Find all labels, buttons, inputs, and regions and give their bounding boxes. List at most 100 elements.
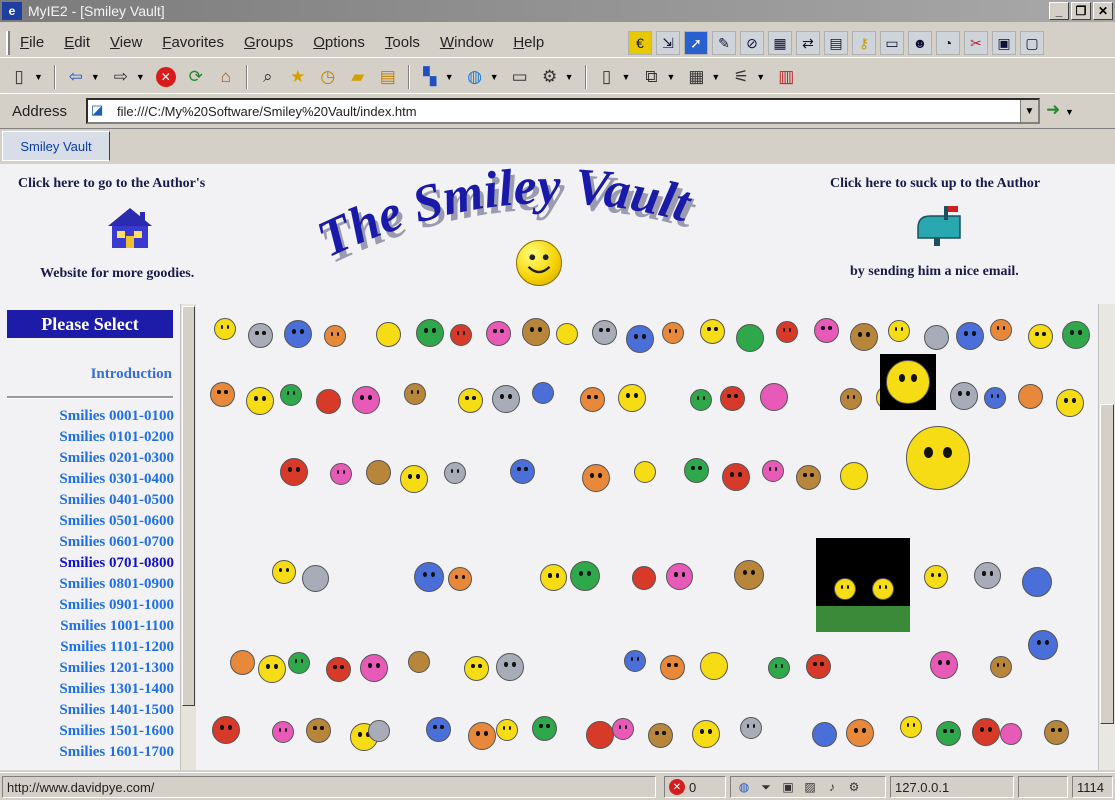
compass-icon[interactable]: ⊘ — [740, 31, 764, 55]
translate-icon[interactable]: ⇄ — [796, 31, 820, 55]
menu-options[interactable]: Options — [303, 34, 375, 51]
globe-icon[interactable]: ◍ — [462, 64, 488, 90]
menu-window[interactable]: Window — [430, 34, 503, 51]
tab-strip: Smiley Vault — [0, 128, 1115, 162]
copy-icon[interactable]: ⧉ — [638, 64, 664, 90]
smilies-range-link[interactable]: Smilies 1101-1200 — [8, 639, 174, 660]
page-icon[interactable]: ▯ — [594, 64, 620, 90]
grid-icon[interactable]: ▦ — [768, 31, 792, 55]
address-dropdown-icon[interactable]: ▼ — [1020, 100, 1038, 122]
back-dropdown-icon[interactable]: ▼ — [91, 72, 100, 82]
email-link-bottom[interactable]: by sending him a nice email. — [850, 264, 1019, 280]
security-dropdown-icon[interactable]: ▼ — [565, 72, 574, 82]
new-page-icon[interactable]: ▯ — [6, 64, 32, 90]
folder-icon[interactable]: ▰ — [345, 64, 371, 90]
author-website-link-bottom[interactable]: Website for more goodies. — [40, 266, 194, 282]
history-icon[interactable]: ◷ — [315, 64, 341, 90]
favorites-icon[interactable]: ★ — [285, 64, 311, 90]
tile-icon[interactable]: ▦ — [683, 64, 709, 90]
new-dropdown-icon[interactable]: ▼ — [34, 72, 43, 82]
document-icon[interactable]: ▤ — [824, 31, 848, 55]
email-link-top[interactable]: Click here to suck up to the Author — [830, 176, 1040, 192]
home-icon[interactable]: ⌂ — [213, 64, 239, 90]
refresh-icon[interactable]: ⟳ — [183, 64, 209, 90]
page-scroll-thumb[interactable] — [1100, 404, 1114, 724]
smilies-range-link[interactable]: Smilies 0701-0800 — [8, 555, 174, 576]
pencil-icon[interactable]: ✎ — [712, 31, 736, 55]
smilies-range-link[interactable]: Smilies 0301-0400 — [8, 471, 174, 492]
sidebar-scrollbar[interactable] — [180, 304, 196, 770]
menu-edit[interactable]: Edit — [54, 34, 100, 51]
forward-dropdown-icon[interactable]: ▼ — [136, 72, 145, 82]
status-globe-icon[interactable]: ◍ — [735, 779, 753, 795]
back-icon[interactable]: ⇦ — [63, 64, 89, 90]
stop-icon[interactable]: ✕ — [153, 64, 179, 90]
status-filter-icon[interactable]: ⏷ — [757, 779, 775, 795]
cursor-icon[interactable]: ➚ — [684, 31, 708, 55]
page-dropdown-icon[interactable]: ▼ — [622, 72, 631, 82]
address-input[interactable]: ◪ file:///C:/My%20Software/Smiley%20Vaul… — [86, 98, 1040, 124]
person-icon[interactable]: ☻ — [908, 31, 932, 55]
search-icon[interactable]: ⌕ — [255, 64, 281, 90]
smilies-range-link[interactable]: Smilies 0601-0700 — [8, 534, 174, 555]
author-website-link-top[interactable]: Click here to go to the Author's — [18, 176, 205, 192]
status-window-icon[interactable]: ▣ — [779, 779, 797, 795]
smilies-range-link[interactable]: Smilies 1001-1100 — [8, 618, 174, 639]
page-scrollbar[interactable] — [1098, 304, 1115, 770]
sidebar-scroll-thumb[interactable] — [182, 306, 195, 706]
status-script-icon[interactable]: ⚙ — [845, 779, 863, 795]
tab-smiley-vault[interactable]: Smiley Vault — [2, 131, 110, 161]
smilies-range-link[interactable]: Smilies 0201-0300 — [8, 450, 174, 471]
smilies-range-link[interactable]: Smilies 0001-0100 — [8, 408, 174, 429]
menu-help[interactable]: Help — [503, 34, 554, 51]
chart-icon[interactable]: ◔ — [936, 31, 960, 55]
house-icon[interactable] — [104, 204, 156, 252]
smilies-range-link[interactable]: Smilies 0801-0900 — [8, 576, 174, 597]
close-button[interactable]: ✕ — [1093, 2, 1113, 20]
monitor-icon[interactable]: ▭ — [880, 31, 904, 55]
smilies-range-link[interactable]: Smilies 0101-0200 — [8, 429, 174, 450]
menu-groups[interactable]: Groups — [234, 34, 303, 51]
groups-dropdown-icon[interactable]: ▼ — [445, 72, 454, 82]
tile-dropdown-icon[interactable]: ▼ — [711, 72, 720, 82]
security-icon[interactable]: ⚙ — [537, 64, 563, 90]
euro-icon[interactable]: € — [628, 31, 652, 55]
restore-button[interactable]: ❐ — [1071, 2, 1091, 20]
key-icon[interactable]: ⚷ — [852, 31, 876, 55]
groups-icon[interactable]: ▚ — [417, 64, 443, 90]
browser-app-icon[interactable]: e — [2, 2, 22, 20]
forward-icon[interactable]: ⇨ — [108, 64, 134, 90]
smiley-icon — [648, 723, 673, 748]
copy-dropdown-icon[interactable]: ▼ — [666, 72, 675, 82]
filter-dropdown-icon[interactable]: ▼ — [756, 72, 765, 82]
popup-blocker-panel[interactable]: ✕ 0 — [664, 776, 726, 798]
table-icon[interactable]: ▣ — [992, 31, 1016, 55]
smilies-range-link[interactable]: Smilies 0401-0500 — [8, 492, 174, 513]
smilies-range-link[interactable]: Smilies 0901-1000 — [8, 597, 174, 618]
notes-icon[interactable]: ▤ — [375, 64, 401, 90]
status-image-icon[interactable]: ▨ — [801, 779, 819, 795]
smilies-range-link[interactable]: Smilies 1501-1600 — [8, 723, 174, 744]
smilies-range-link[interactable]: Smilies 1401-1500 — [8, 702, 174, 723]
calendar-icon[interactable]: ▥ — [773, 64, 799, 90]
menu-file[interactable]: File — [10, 34, 54, 51]
minimize-button[interactable]: _ — [1049, 2, 1069, 20]
menu-view[interactable]: View — [100, 34, 152, 51]
smilies-range-link[interactable]: Smilies 1601-1700 — [8, 744, 174, 765]
menu-tools[interactable]: Tools — [375, 34, 430, 51]
window-icon[interactable]: ▢ — [1020, 31, 1044, 55]
window-mode-icon[interactable]: ▭ — [507, 64, 533, 90]
smilies-range-link[interactable]: Smilies 0501-0600 — [8, 513, 174, 534]
address-url[interactable]: file:///C:/My%20Software/Smiley%20Vault/… — [117, 104, 417, 119]
mailbox-icon[interactable] — [914, 204, 970, 248]
globe-dropdown-icon[interactable]: ▼ — [490, 72, 499, 82]
menu-favorites[interactable]: Favorites — [152, 34, 234, 51]
go-arrow-icon[interactable]: ➜ ▼ — [1046, 100, 1074, 120]
filter-icon[interactable]: ⚟ — [728, 64, 754, 90]
resize-icon[interactable]: ⇲ — [656, 31, 680, 55]
introduction-link[interactable]: Introduction — [91, 366, 172, 383]
smilies-range-link[interactable]: Smilies 1201-1300 — [8, 660, 174, 681]
status-sound-icon[interactable]: ♪ — [823, 779, 841, 795]
smilies-range-link[interactable]: Smilies 1301-1400 — [8, 681, 174, 702]
tools-icon[interactable]: ✂ — [964, 31, 988, 55]
